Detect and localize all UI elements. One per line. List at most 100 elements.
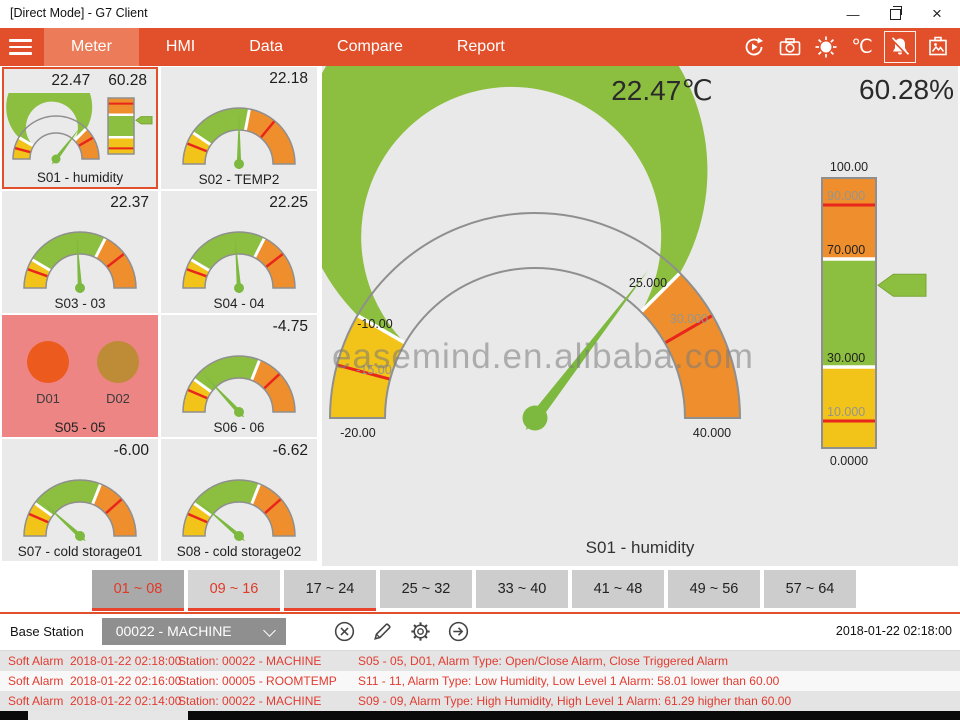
menu-icon[interactable] [0,28,44,66]
cancel-alarm-button[interactable] [332,619,357,644]
sync-icon[interactable] [740,33,768,61]
base-station-dropdown[interactable]: 00022 - MACHINE [102,618,286,645]
taskbar-segment [28,711,188,720]
alarm-type: Soft Alarm [8,674,70,688]
svg-text:30.000: 30.000 [827,351,865,365]
sensor-values: -4.75 [167,318,308,336]
tab-57-64[interactable]: 57 ~ 64 [764,570,856,608]
celsius-unit-toggle[interactable]: ℃ [848,33,876,61]
sensor-card-label: S03 - 03 [2,296,158,311]
nav-bar: MeterHMIDataCompareReport ℃ [0,28,960,66]
nav-item-report[interactable]: Report [430,28,532,66]
alarm-station: Station: 00022 - MACHINE [178,694,358,708]
svg-text:-15.00: -15.00 [356,363,391,377]
sensor-card-label: S05 - 05 [2,420,158,435]
sensor-value: 22.47 [51,72,90,90]
sensor-group-tabs: 01 ~ 0809 ~ 1617 ~ 2425 ~ 3233 ~ 4041 ~ … [0,570,960,612]
sensor-value: 60.28 [108,72,147,90]
sensor-values: -6.00 [8,442,149,460]
nav-icons: ℃ [740,28,960,66]
mini-dial-gauge [6,93,106,167]
window-title: [Direct Mode] - G7 Client [10,6,148,20]
sensor-values: -6.62 [167,442,308,460]
nav-item-data[interactable]: Data [222,28,310,66]
tab-41-48[interactable]: 41 ~ 48 [572,570,664,608]
base-station-label: Base Station [10,624,84,639]
alarm-type: Soft Alarm [8,654,70,668]
temperature-readout: 22.47℃ [552,74,772,107]
sensor-card-s08[interactable]: -6.62S08 - cold storage02 [161,439,317,561]
minimize-button[interactable]: — [832,0,874,28]
camera-icon[interactable] [776,33,804,61]
alarm-row: Soft Alarm2018-01-22 02:16:00Station: 00… [0,671,960,691]
sensor-card-s04[interactable]: 22.25 S04 - 04 [161,191,317,313]
taskbar-sliver [0,711,960,720]
svg-text:30.000: 30.000 [670,312,708,326]
alarm-station: Station: 00022 - MACHINE [178,654,358,668]
settings-gear-icon[interactable] [408,619,433,644]
bell-muted-icon [888,35,912,59]
go-button[interactable] [446,619,471,644]
sensor-value: -6.62 [273,442,308,460]
base-station-value: 00022 - MACHINE [116,623,232,639]
tab-09-16[interactable]: 09 ~ 16 [188,570,280,611]
alarm-mute-button[interactable] [884,31,916,63]
svg-text:70.000: 70.000 [827,243,865,257]
sensor-value: 22.18 [269,70,308,88]
contact-dot [97,341,139,383]
sensor-values: 22.47 60.28 [10,72,147,90]
alarm-log: Soft Alarm2018-01-22 02:18:00Station: 00… [0,651,960,711]
app-window: [Direct Mode] - G7 Client — × MeterHMIDa… [0,0,960,720]
tab-49-56[interactable]: 49 ~ 56 [668,570,760,608]
close-button[interactable]: × [916,0,958,28]
mini-dial-gauge [164,335,314,417]
tab-01-08[interactable]: 01 ~ 08 [92,570,184,611]
edit-button[interactable] [370,619,395,644]
contact-indicator-d01: D01 [18,341,78,406]
nav-item-hmi[interactable]: HMI [139,28,222,66]
current-timestamp: 2018-01-22 02:18:00 [836,624,952,638]
svg-text:100.00: 100.00 [830,160,868,174]
nav-item-compare[interactable]: Compare [310,28,430,66]
mini-dial-gauge [164,459,314,541]
tab-33-40[interactable]: 33 ~ 40 [476,570,568,608]
alarm-row: Soft Alarm2018-01-22 02:18:00Station: 00… [0,651,960,671]
sensor-card-label: S07 - cold storage01 [2,544,158,559]
contact-label: D01 [18,391,78,406]
contact-dot [27,341,69,383]
sensor-card-label: S04 - 04 [161,296,317,311]
nav-item-meter[interactable]: Meter [44,28,139,66]
mini-dial-gauge [164,211,314,293]
alarm-time: 2018-01-22 02:18:00 [70,654,178,668]
humidity-readout: 60.28% [784,74,954,106]
title-bar: [Direct Mode] - G7 Client — × [0,0,960,28]
alarm-detail: S11 - 11, Alarm Type: Low Humidity, Low … [358,674,779,688]
sensor-card-s01[interactable]: 22.4760.28S01 - humidity [2,67,158,189]
alarm-station: Station: 00005 - ROOMTEMP [178,674,358,688]
mini-dial-gauge [5,459,155,541]
sensor-card-s02[interactable]: 22.18 S02 - TEMP2 [161,67,317,189]
brightness-icon[interactable] [812,33,840,61]
sensor-card-grid: 22.4760.28S01 - humidity22.18S02 - TEMP2… [0,66,320,566]
chevron-down-icon [263,624,276,637]
sensor-value: 22.25 [269,194,308,212]
svg-text:0.0000: 0.0000 [830,454,868,468]
sensor-card-label: S02 - TEMP2 [161,172,317,187]
tab-17-24[interactable]: 17 ~ 24 [284,570,376,611]
alarm-time: 2018-01-22 02:14:00 [70,694,178,708]
svg-text:40.000: 40.000 [693,426,731,440]
restore-icon [890,9,901,20]
tab-25-32[interactable]: 25 ~ 32 [380,570,472,608]
bottom-bar: Base Station 00022 - MACHINE 2018-01-22 … [0,614,960,648]
svg-text:25.000: 25.000 [629,276,667,290]
sensor-value: -6.00 [114,442,149,460]
sensor-card-s06[interactable]: -4.75S06 - 06 [161,315,317,437]
sensor-values: 22.25 [167,194,308,212]
restore-button[interactable] [874,0,916,28]
sensor-card-s07[interactable]: -6.00 S07 - cold storage01 [2,439,158,561]
gauge-canvas: -20.0040.000-10.0025.000-15.0030.000100.… [322,66,958,566]
sensor-value: -4.75 [273,318,308,336]
sensor-card-s05[interactable]: D01D02S05 - 05 [2,315,158,437]
sensor-card-s03[interactable]: 22.37S03 - 03 [2,191,158,313]
snapshot-gallery-icon[interactable] [924,33,952,61]
